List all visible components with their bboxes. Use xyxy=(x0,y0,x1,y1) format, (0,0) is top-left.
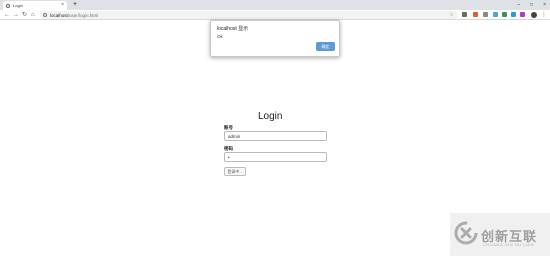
extension-icon[interactable] xyxy=(483,12,488,17)
info-icon[interactable] xyxy=(43,13,47,17)
minimize-icon[interactable]: – xyxy=(517,0,520,10)
address-bar[interactable]: localhost /user/login.html ☆ xyxy=(40,11,458,19)
tab-login[interactable]: Login × xyxy=(3,1,67,10)
bookmark-star-icon[interactable]: ☆ xyxy=(450,11,454,19)
maximize-icon[interactable]: □ xyxy=(530,0,533,10)
new-tab-button[interactable]: + xyxy=(73,1,77,9)
back-arrow-icon[interactable]: ← xyxy=(4,11,10,19)
dialog-message: Ok xyxy=(217,34,223,39)
login-button[interactable]: 登录中... xyxy=(224,167,246,176)
extension-icon[interactable] xyxy=(511,12,516,17)
brand-logo-icon xyxy=(454,221,478,245)
alert-dialog: localhost 显示 Ok xyxy=(210,20,340,57)
forward-arrow-icon[interactable]: → xyxy=(13,11,19,19)
password-field[interactable] xyxy=(224,152,327,162)
home-icon[interactable]: ⌂ xyxy=(31,11,35,19)
extension-icon[interactable] xyxy=(502,12,507,17)
extension-icon[interactable] xyxy=(473,12,478,17)
menu-dots-icon[interactable]: ⋮ xyxy=(541,11,547,19)
globe-icon xyxy=(6,3,10,8)
dialog-ok-button[interactable]: 确定 xyxy=(316,42,335,51)
extension-icon[interactable] xyxy=(493,12,498,17)
tab-bar: Login × + – □ × xyxy=(0,0,550,10)
browser-toolbar: ← → ↻ ⌂ localhost /user/login.html ☆ ⋮ xyxy=(0,10,550,20)
window-controls: – □ × xyxy=(517,0,546,10)
extension-icon[interactable] xyxy=(520,12,525,17)
close-icon[interactable]: × xyxy=(61,2,64,9)
page-title: Login xyxy=(258,111,283,122)
brand-name-en: CHUANG XIN HU LIAN xyxy=(483,242,535,247)
extension-icon[interactable] xyxy=(462,12,467,17)
dialog-title: localhost 显示 xyxy=(217,26,249,32)
tab-title: Login xyxy=(13,3,23,8)
url-host: localhost xyxy=(50,12,68,18)
username-field[interactable] xyxy=(224,131,327,141)
brand-watermark: 创新互联 CHUANG XIN HU LIAN xyxy=(450,213,550,256)
profile-avatar-icon[interactable] xyxy=(531,12,537,18)
close-window-icon[interactable]: × xyxy=(543,0,546,10)
reload-icon[interactable]: ↻ xyxy=(22,11,27,19)
url-path: /user/login.html xyxy=(67,12,99,18)
